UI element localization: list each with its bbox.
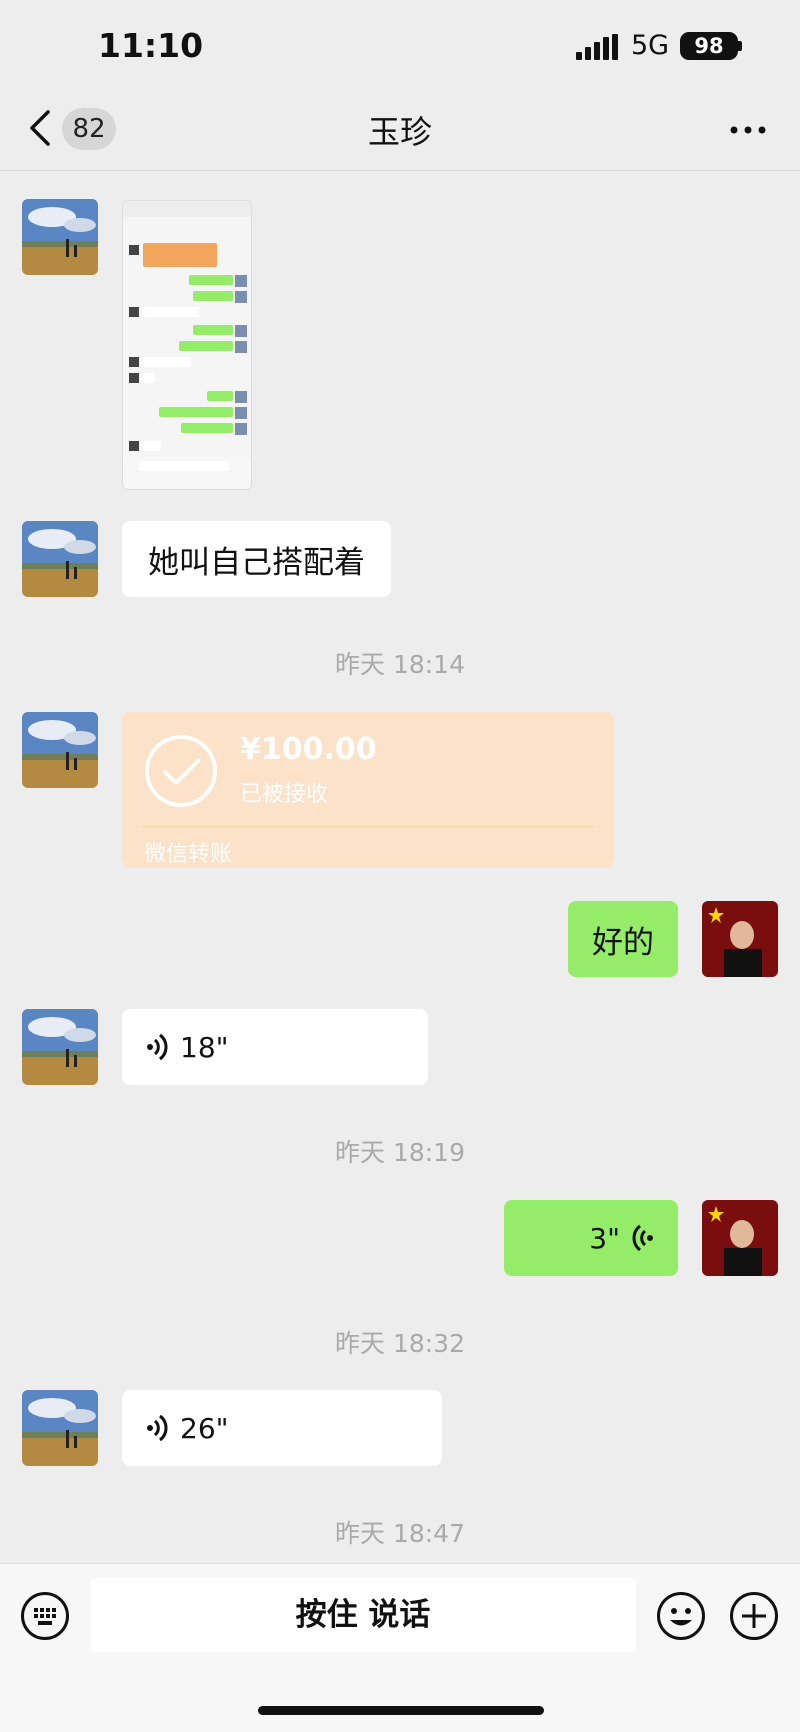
status-time: 11:10: [98, 26, 204, 65]
voice-wave-icon: [147, 1414, 168, 1442]
more-options-icon[interactable]: [730, 126, 766, 134]
voice-wave-icon: [147, 1033, 168, 1061]
battery-level: 98: [680, 32, 738, 60]
timestamp: 昨天 18:14: [335, 650, 465, 679]
contact-avatar[interactable]: [22, 521, 98, 597]
transfer-status: 已被接收: [240, 782, 329, 807]
voice-wave-icon: [632, 1224, 653, 1252]
network-type: 5G: [631, 30, 670, 61]
hold-to-talk-button[interactable]: 按住 说话: [90, 1578, 636, 1652]
check-circle-icon: [145, 735, 217, 807]
image-message-thumbnail[interactable]: [122, 200, 252, 490]
back-arrow-icon[interactable]: [28, 110, 52, 146]
plus-icon[interactable]: [729, 1591, 779, 1641]
timestamp: 昨天 18:19: [335, 1138, 465, 1167]
home-indicator: [258, 1706, 544, 1715]
message-text: 好的: [592, 924, 654, 961]
transfer-divider: [142, 826, 594, 827]
voice-message-bubble-out[interactable]: 3": [504, 1200, 678, 1276]
text-message-bubble-out[interactable]: 好的: [568, 901, 678, 977]
voice-message-bubble[interactable]: 26": [122, 1390, 442, 1466]
contact-avatar[interactable]: [22, 1009, 98, 1085]
signal-icon: [576, 34, 618, 60]
voice-duration: 3": [589, 1221, 620, 1255]
unread-count-badge[interactable]: 82: [62, 108, 116, 150]
transfer-amount: ¥100.00: [240, 732, 377, 767]
voice-duration: 26": [180, 1411, 229, 1445]
timestamp: 昨天 18:47: [335, 1519, 465, 1548]
my-avatar[interactable]: [702, 901, 778, 977]
keyboard-icon[interactable]: [20, 1591, 70, 1641]
text-message-bubble[interactable]: 她叫自己搭配着: [122, 521, 391, 597]
nav-divider: [0, 170, 800, 171]
battery-tip: [738, 41, 742, 51]
voice-duration: 18": [180, 1030, 229, 1064]
my-avatar[interactable]: [702, 1200, 778, 1276]
chat-title: 玉珍: [367, 113, 432, 151]
contact-avatar[interactable]: [22, 1390, 98, 1466]
timestamp: 昨天 18:32: [335, 1329, 465, 1358]
emoji-icon[interactable]: [656, 1591, 706, 1641]
transfer-label: 微信转账: [144, 842, 233, 867]
contact-avatar[interactable]: [22, 712, 98, 788]
voice-message-bubble[interactable]: 18": [122, 1009, 428, 1085]
contact-avatar[interactable]: [22, 199, 98, 275]
message-text: 她叫自己搭配着: [148, 544, 365, 581]
